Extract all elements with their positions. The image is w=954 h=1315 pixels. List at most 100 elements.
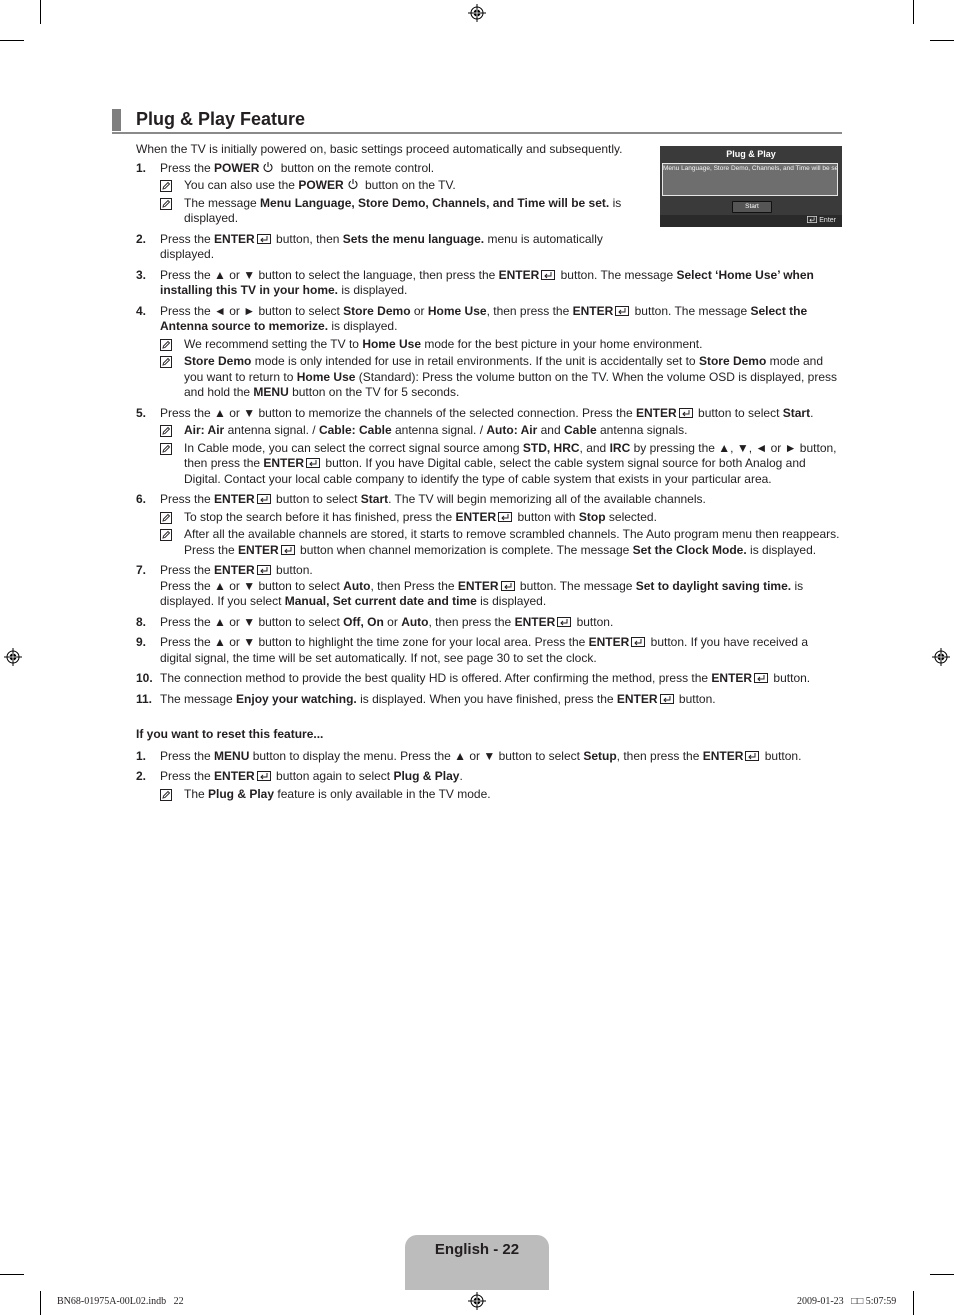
enter-icon xyxy=(615,305,630,316)
text-run: button. xyxy=(573,614,614,629)
enter-icon xyxy=(631,637,646,647)
text-run: is displayed. xyxy=(328,319,398,333)
step-text: Press the MENU button to display the men… xyxy=(160,749,842,765)
page-number-tab: English - 22 xyxy=(405,1235,549,1290)
page-number: English - 22 xyxy=(434,1241,520,1258)
note-pencil-icon xyxy=(160,180,172,192)
registration-mark-icon xyxy=(468,4,486,22)
bold-term: Enjoy your watching. xyxy=(236,691,357,706)
text-run: is displayed. xyxy=(338,283,408,297)
note-item: After all the available channels are sto… xyxy=(160,527,842,558)
enter-icon xyxy=(256,494,271,504)
note-pencil-icon xyxy=(160,338,172,351)
step-number: 2. xyxy=(136,231,147,246)
step-number: 5. xyxy=(136,405,147,420)
text-run: mode for the best picture in your home e… xyxy=(421,336,703,351)
bold-term: ENTER xyxy=(702,748,744,763)
text-run: button to display the menu. Press the ▲ … xyxy=(249,748,584,763)
text-run: Press the xyxy=(160,231,215,246)
step-text: The message Enjoy your watching. is disp… xyxy=(160,692,842,708)
text-run: or xyxy=(383,614,402,629)
bold-term: ENTER xyxy=(238,542,279,557)
step-item: 4. Press the ◄ or ► button to select Stor… xyxy=(136,304,842,401)
step-number: 6. xyxy=(136,492,147,506)
bold-term: Store Demo xyxy=(343,303,411,318)
bold-term: Auto xyxy=(343,578,371,593)
crop-mark xyxy=(40,0,41,24)
note-item: You can also use the POWER button on the… xyxy=(160,178,638,194)
text-run: button. xyxy=(675,691,716,706)
enter-icon xyxy=(541,269,556,280)
bold-term: Store Demo xyxy=(698,354,767,368)
crop-mark xyxy=(930,40,954,41)
enter-icon xyxy=(498,511,513,522)
note-item: Store Demo mode is only intended for use… xyxy=(160,354,842,401)
step-text: Press the ▲ or ▼ button to memorize the … xyxy=(160,406,842,422)
note-text: After all the available channels are sto… xyxy=(184,527,839,557)
note-text: In Cable mode, you can select the correc… xyxy=(184,441,837,486)
step-text: Press the ▲ or ▼ button to select the la… xyxy=(160,268,842,299)
note-text: To stop the search before it has finishe… xyxy=(184,510,657,524)
note-pencil-icon xyxy=(160,511,172,524)
text-run: button. xyxy=(272,563,313,577)
enter-icon xyxy=(557,616,572,627)
text-run: You can also use the xyxy=(184,178,299,192)
enter-icon xyxy=(678,407,693,418)
enter-icon xyxy=(256,565,271,575)
text-run: Press the ▲ or ▼ button to select the la… xyxy=(160,267,499,282)
text-run: In Cable mode, you can select the correc… xyxy=(184,440,523,455)
bold-term: Home Use xyxy=(427,303,487,318)
bold-term: ENTER xyxy=(711,671,753,685)
step-text: The connection method to provide the bes… xyxy=(160,671,842,687)
enter-icon xyxy=(500,580,515,591)
text-run: button. xyxy=(761,748,802,763)
enter-icon xyxy=(745,750,760,761)
text-run: feature is only available in the TV mode… xyxy=(274,786,491,801)
step-item: 8. Press the ▲ or ▼ button to select Off,… xyxy=(136,615,842,631)
text-run: , then press the xyxy=(616,748,703,763)
bold-term: Start xyxy=(782,405,811,420)
step-item: 1. Press the MENU button to display the m… xyxy=(136,749,842,765)
bold-term: ENTER xyxy=(514,614,556,629)
text-run: mode is only intended for use in retail … xyxy=(251,354,699,368)
step-number: 3. xyxy=(136,267,147,282)
bold-term: ENTER xyxy=(214,492,255,506)
notes-list: The Plug & Play feature is only availabl… xyxy=(160,787,842,803)
text-run: button to select xyxy=(694,405,783,420)
note-text: The Plug & Play feature is only availabl… xyxy=(184,787,491,801)
bold-term: Manual, Set current date and time xyxy=(284,594,477,608)
note-item: Air: Air antenna signal. / Cable: Cable … xyxy=(160,423,842,439)
note-pencil-icon xyxy=(160,197,172,210)
step-item: 2. Press the ENTER button again to select… xyxy=(136,769,842,802)
text-run: Press the ▲ or ▼ button to select xyxy=(160,578,344,593)
text-run: or xyxy=(410,303,428,318)
bold-term: Air: Air xyxy=(184,423,225,437)
text-run: button on the remote control. xyxy=(277,160,435,175)
crop-mark xyxy=(930,1274,954,1275)
step-item: 6. Press the ENTER button to select Start… xyxy=(136,492,842,558)
bold-term: Auto xyxy=(401,614,429,629)
step-text: Press the ENTER button. xyxy=(160,563,842,579)
step-number: 11. xyxy=(136,691,153,706)
enter-icon xyxy=(659,693,674,704)
step-text: Press the ◄ or ► button to select Store … xyxy=(160,304,842,335)
bold-term: MENU xyxy=(214,748,250,763)
page-title: Plug & Play Feature xyxy=(136,109,306,129)
text-run: and xyxy=(537,423,564,437)
section-header: Plug & Play Feature xyxy=(112,108,842,134)
step-item: 1. Press the POWER button on the remote c… xyxy=(136,161,638,227)
bold-term: Start xyxy=(360,492,389,506)
text-run: button to select xyxy=(272,492,361,506)
bold-term: Set to daylight saving time. xyxy=(635,578,792,593)
intro-paragraph: When the TV is initially powered on, bas… xyxy=(136,142,623,156)
text-run: Press the xyxy=(160,748,215,763)
text-run: is displayed. xyxy=(476,594,547,608)
bold-term: Home Use xyxy=(362,336,421,351)
reset-steps-list: 1. Press the MENU button to display the m… xyxy=(136,749,842,803)
note-item: To stop the search before it has finishe… xyxy=(160,510,842,526)
title-accent-block xyxy=(112,109,121,131)
registration-mark-icon xyxy=(468,1292,486,1310)
step-item: 3. Press the ▲ or ▼ button to select the … xyxy=(136,268,842,299)
text-run: button. The message xyxy=(516,578,636,593)
power-icon xyxy=(262,161,274,173)
